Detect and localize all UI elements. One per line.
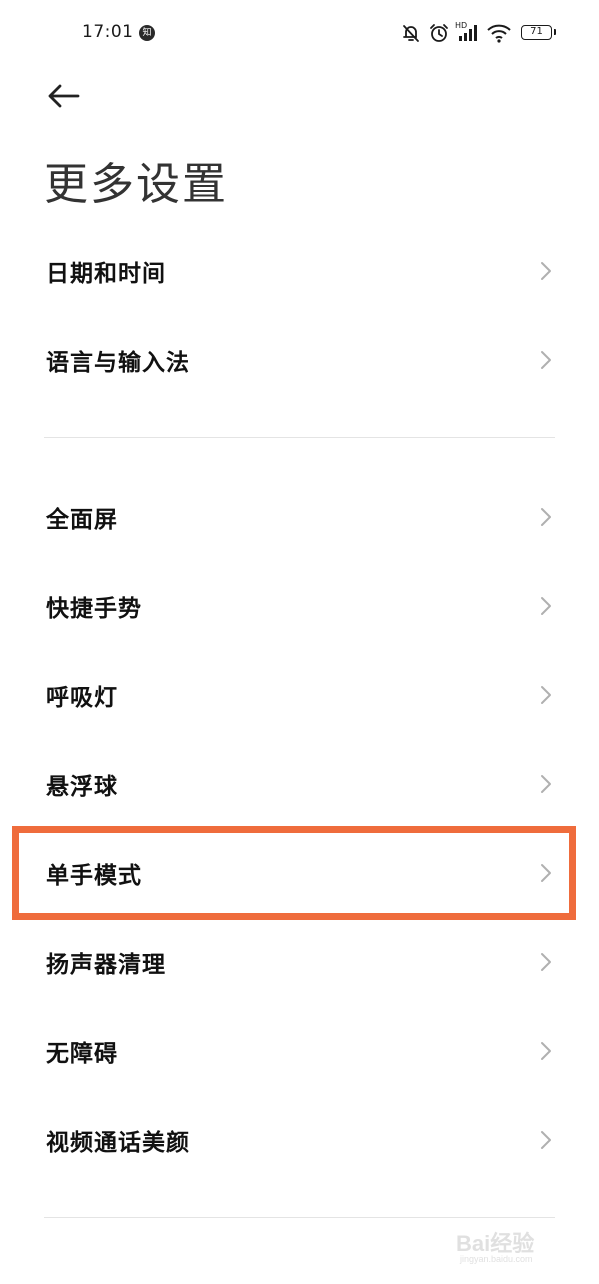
menu-item-label: 视频通话美颜 [46, 1130, 190, 1156]
mute-bell-icon [403, 25, 419, 42]
chevron-right-icon [541, 953, 551, 971]
menu-item-label: 语言与输入法 [46, 350, 190, 376]
menu-item-date-time[interactable]: 日期和时间 [0, 231, 599, 311]
menu-item-language-input[interactable]: 语言与输入法 [0, 320, 599, 400]
menu-item-floating-ball[interactable]: 悬浮球 [0, 744, 599, 824]
menu-item-gestures[interactable]: 快捷手势 [0, 566, 599, 646]
menu-item-label: 快捷手势 [46, 596, 142, 622]
chevron-right-icon [541, 1042, 551, 1060]
status-time: 17:01 [82, 22, 134, 42]
svg-text:HD: HD [455, 21, 467, 30]
status-bar: 17:01 知 HD 71 [0, 0, 599, 66]
menu-item-full-screen[interactable]: 全面屏 [0, 477, 599, 557]
menu-item-label: 悬浮球 [46, 774, 118, 800]
menu-item-label: 单手模式 [46, 863, 142, 889]
menu-item-notification-light[interactable]: 呼吸灯 [0, 655, 599, 735]
watermark: Bai经验 jingyan.baidu.com [456, 1218, 576, 1268]
battery-level: 71 [530, 26, 543, 37]
arrow-left-icon [48, 84, 80, 108]
menu-item-label: 无障碍 [46, 1041, 118, 1067]
back-button[interactable] [40, 76, 88, 116]
menu-item-one-handed-mode[interactable]: 单手模式 [0, 833, 599, 913]
chevron-right-icon [541, 508, 551, 526]
chevron-right-icon [541, 1131, 551, 1149]
alarm-icon [430, 24, 448, 42]
chevron-right-icon [541, 775, 551, 793]
menu-item-label: 全面屏 [46, 507, 118, 533]
menu-item-speaker-cleaning[interactable]: 扬声器清理 [0, 922, 599, 1002]
battery-icon: 71 [521, 25, 556, 40]
menu-item-video-call-beauty[interactable]: 视频通话美颜 [0, 1100, 599, 1180]
chevron-right-icon [541, 597, 551, 615]
menu-item-label: 日期和时间 [46, 261, 166, 287]
menu-item-label: 扬声器清理 [46, 952, 166, 978]
wifi-icon [487, 24, 511, 43]
chevron-right-icon [541, 864, 551, 882]
chevron-right-icon [541, 262, 551, 280]
chevron-right-icon [541, 686, 551, 704]
hd-signal-icon: HD [455, 21, 477, 41]
watermark-subtext: jingyan.baidu.com [460, 1254, 533, 1264]
chevron-right-icon [541, 351, 551, 369]
menu-item-label: 呼吸灯 [46, 685, 118, 711]
page-title: 更多设置 [44, 159, 228, 210]
section-divider [44, 437, 555, 438]
notification-badge: 知 [139, 25, 155, 41]
menu-item-accessibility[interactable]: 无障碍 [0, 1011, 599, 1091]
